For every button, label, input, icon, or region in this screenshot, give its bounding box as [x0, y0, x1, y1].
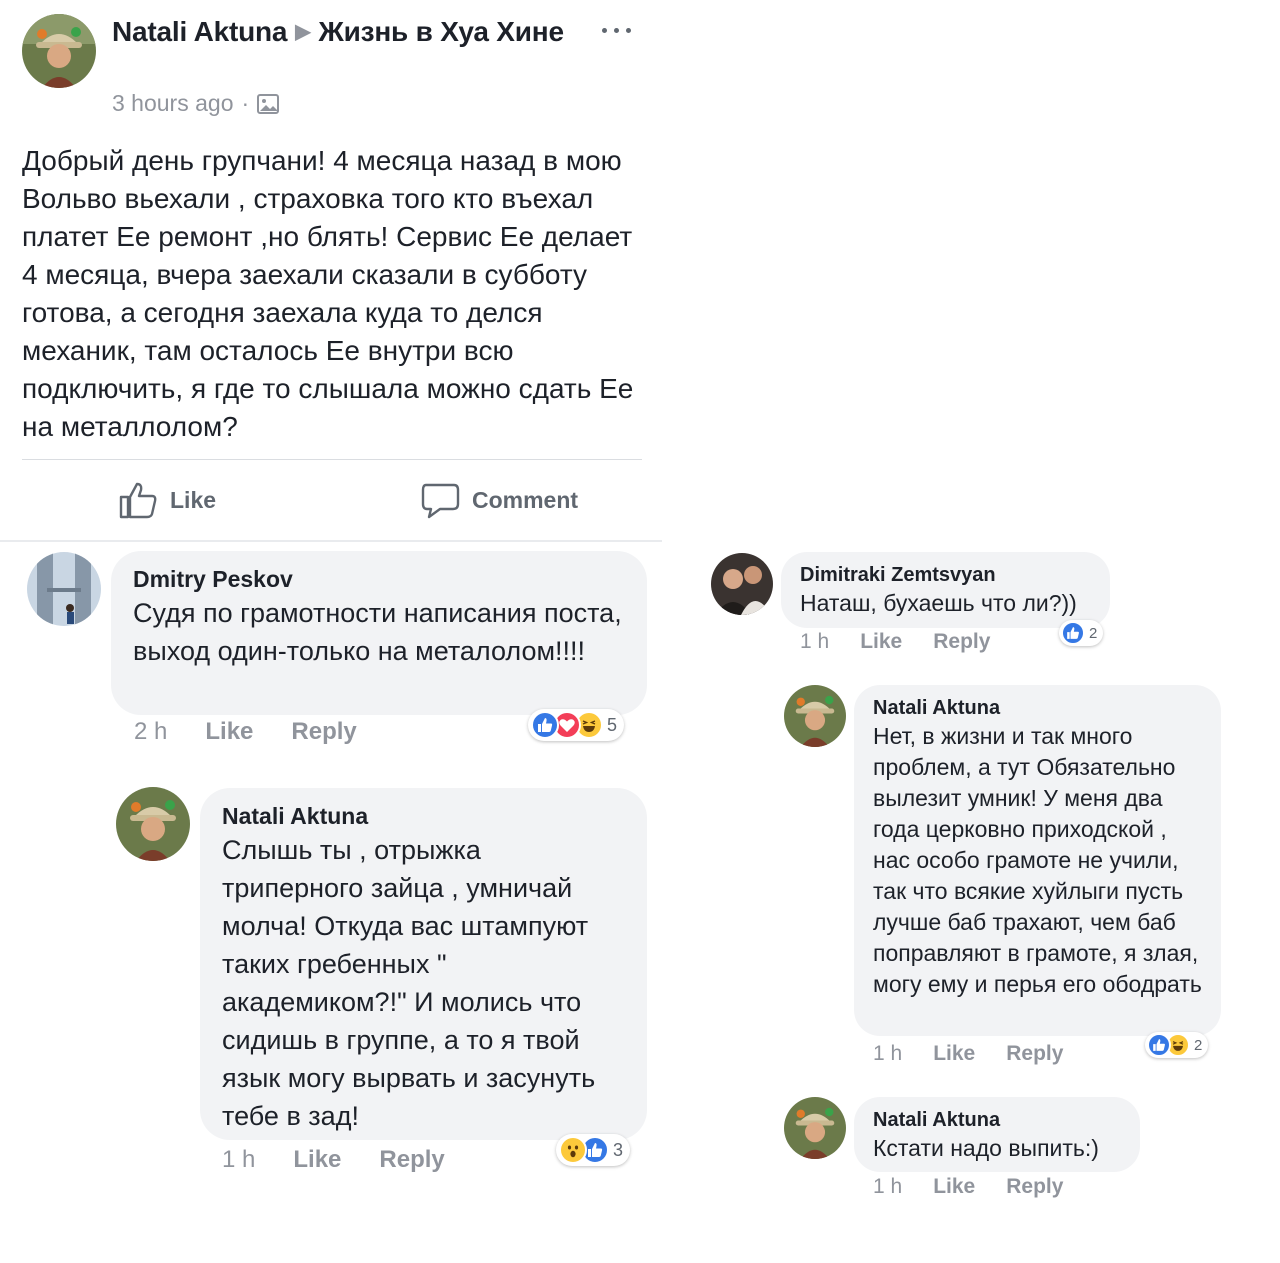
comment-like-button[interactable]: Like: [205, 718, 253, 746]
comment-label: Comment: [472, 486, 579, 513]
post-timestamp[interactable]: 3 hours ago: [112, 90, 233, 117]
comment-author[interactable]: Natali Aktuna: [873, 695, 1205, 721]
comment-bubble: Natali Aktuna Слышь ты , отрыжка триперн…: [200, 788, 647, 1140]
like-button[interactable]: Like: [118, 478, 216, 522]
comment-time[interactable]: 1 h: [873, 1175, 902, 1199]
like-icon: [1061, 621, 1085, 645]
comment-text: Нет, в жизни и так много проблем, а тут …: [873, 723, 1202, 997]
comment-bubble: Dimitraki Zemtsvyan Наташ, бухаешь что л…: [781, 552, 1110, 628]
comment-time[interactable]: 1 h: [800, 630, 829, 654]
comment-author[interactable]: Dimitraki Zemtsvyan: [800, 562, 1092, 588]
photo-album-icon: [257, 93, 280, 115]
comment-like-button[interactable]: Like: [293, 1146, 341, 1174]
comment-bubble: Dmitry Peskov Судя по грамотности написа…: [111, 551, 647, 715]
separator-dot: ·: [241, 90, 250, 116]
comment-bubble: Natali Aktuna Кстати надо выпить:): [854, 1097, 1140, 1172]
comment-actions: 1 h Like Reply: [222, 1146, 445, 1174]
comment-reply-button[interactable]: Reply: [1006, 1042, 1063, 1066]
comment-author[interactable]: Natali Aktuna: [222, 801, 625, 831]
right-comments-panel: Dimitraki Zemtsvyan Наташ, бухаешь что л…: [697, 542, 1240, 1210]
comment-time[interactable]: 1 h: [222, 1146, 255, 1174]
comment-author[interactable]: Natali Aktuna: [873, 1107, 1124, 1133]
comment-actions: 2 h Like Reply: [134, 718, 357, 746]
post-divider: [22, 459, 642, 460]
comment-reply-button[interactable]: Reply: [933, 630, 990, 654]
comment-button[interactable]: Comment: [420, 478, 578, 522]
post-author-name[interactable]: Natali Aktuna: [112, 16, 287, 47]
comment-text: Слышь ты , отрыжка триперного зайца , ум…: [222, 835, 596, 1131]
commenter-avatar-natali[interactable]: [784, 685, 846, 747]
comment-text: Наташ, бухаешь что ли?)): [800, 590, 1077, 616]
more-options-icon[interactable]: [600, 18, 634, 42]
reaction-summary[interactable]: 3: [556, 1134, 631, 1166]
post-meta: 3 hours ago ·: [112, 90, 280, 117]
comment-like-button[interactable]: Like: [933, 1175, 975, 1199]
commenter-avatar-natali[interactable]: [116, 787, 190, 861]
reaction-summary[interactable]: 2: [1059, 620, 1104, 646]
post-panel: Natali Aktuna ▶ Жизнь в Хуа Хине 3 hours a…: [0, 0, 662, 542]
reaction-summary[interactable]: 2: [1145, 1032, 1209, 1058]
comment-like-button[interactable]: Like: [860, 630, 902, 654]
comment-bubble: Natali Aktuna Нет, в жизни и так много п…: [854, 685, 1221, 1036]
like-icon: [1147, 1033, 1171, 1057]
comment-time[interactable]: 2 h: [134, 718, 167, 746]
left-comments-panel: Dmitry Peskov Судя по грамотности написа…: [0, 542, 662, 1190]
like-label: Like: [170, 486, 217, 513]
comment-actions: 1 h Like Reply: [873, 1175, 1063, 1199]
comment-actions: 1 h Like Reply: [800, 630, 990, 654]
comment-actions: 1 h Like Reply: [873, 1042, 1063, 1066]
commenter-avatar-natali[interactable]: [784, 1097, 846, 1159]
comment-reply-button[interactable]: Reply: [291, 718, 356, 746]
commenter-avatar-dmitry[interactable]: [27, 552, 101, 626]
post-body-text: Добрый день групчани! 4 месяца назад в м…: [22, 145, 634, 442]
reaction-count: 2: [1089, 624, 1098, 642]
post-header-title: Natali Aktuna ▶ Жизнь в Хуа Хине: [112, 14, 572, 50]
comment-text: Кстати надо выпить:): [873, 1135, 1099, 1161]
post-author-avatar[interactable]: [22, 14, 96, 88]
reaction-count: 5: [607, 714, 618, 735]
comment-like-button[interactable]: Like: [933, 1042, 975, 1066]
reaction-count: 3: [613, 1139, 624, 1160]
comment-text: Судя по грамотности написания поста, вых…: [133, 598, 622, 666]
comment-bubble-icon: [421, 483, 460, 519]
like-icon: [531, 711, 559, 739]
commenter-avatar-dimitraki[interactable]: [711, 553, 773, 615]
comment-time[interactable]: 1 h: [873, 1042, 902, 1066]
reaction-count: 2: [1194, 1036, 1203, 1054]
comment-author[interactable]: Dmitry Peskov: [133, 564, 625, 594]
comment-reply-button[interactable]: Reply: [379, 1146, 444, 1174]
reaction-summary[interactable]: 5: [528, 709, 625, 741]
comment-reply-button[interactable]: Reply: [1006, 1175, 1063, 1199]
thumbs-up-icon: [119, 482, 157, 519]
triangle-right-icon: ▶: [295, 21, 311, 43]
post-group-name[interactable]: Жизнь в Хуа Хине: [318, 16, 564, 47]
wow-icon: [559, 1136, 587, 1164]
